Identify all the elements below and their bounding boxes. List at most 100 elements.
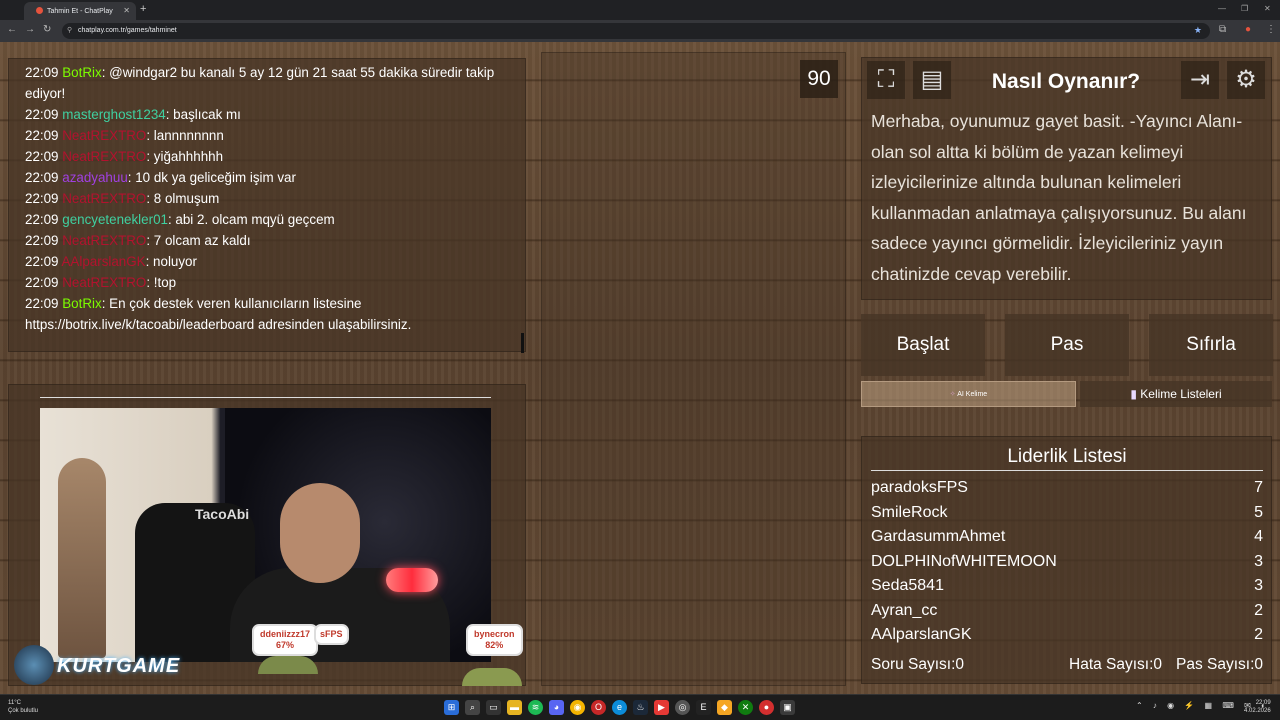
message-text: : başlıcak mı [165, 107, 241, 122]
forward-icon[interactable]: → [25, 24, 35, 35]
opera-icon[interactable]: O [591, 700, 606, 715]
start-icon[interactable]: ⊞ [444, 700, 459, 715]
browser-tab[interactable]: Tahmin Et - ChatPlay ✕ [24, 2, 136, 20]
logo-text: KURTGAME [57, 655, 181, 677]
leaderboard-name: SmileRock [871, 503, 948, 521]
message-text: : noluyor [145, 254, 197, 269]
task-view-icon[interactable]: ▭ [486, 700, 501, 715]
chrome-icon[interactable]: ◉ [570, 700, 585, 715]
chat-message: 22:09 NeatREXTRO: !top [25, 272, 509, 293]
leaderboard-row: GardasummAhmet 4 [871, 528, 1263, 550]
message-time: 22:09 [25, 212, 59, 227]
edge-icon[interactable]: e [612, 700, 627, 715]
message-time: 22:09 [25, 107, 59, 122]
leaderboard-score: 3 [1254, 552, 1263, 570]
pass-count: Pas Sayısı:0 [1175, 656, 1263, 673]
leaderboard-score: 7 [1254, 479, 1263, 496]
bookmark-star-icon[interactable]: ★ [1194, 25, 1202, 36]
message-username[interactable]: gencyetenekler01 [62, 212, 168, 227]
tab-title: Tahmin Et - ChatPlay [47, 8, 113, 15]
start-button[interactable]: Başlat [861, 314, 985, 376]
minimize-icon[interactable]: — [1218, 4, 1226, 13]
message-text: : yiğahhhhhh [146, 149, 224, 164]
streamer-head [280, 483, 360, 583]
question-count: Soru Sayısı:0 [871, 656, 965, 673]
leaderboard-row: AAlparslanGK 2 [871, 626, 1263, 648]
ai-word-tab[interactable]: ✧ AI Kelime [861, 381, 1076, 407]
spotify-icon[interactable]: ≋ [528, 700, 543, 715]
extensions-icon[interactable]: ⧉ [1219, 24, 1226, 35]
message-time: 22:09 [25, 233, 59, 248]
message-time: 22:09 [25, 149, 59, 164]
leaderboard-score: 5 [1254, 503, 1263, 521]
chat-panel: 22:09 BotRix: @windgar2 bu kanalı 5 ay 1… [8, 58, 526, 352]
epic-icon[interactable]: E [696, 700, 711, 715]
message-username[interactable]: BotRix [62, 65, 101, 80]
message-username[interactable]: NeatREXTRO [62, 191, 146, 206]
fullscreen-icon[interactable]: ⛶ [867, 61, 905, 99]
obs-icon[interactable]: ◎ [675, 700, 690, 715]
url-field[interactable]: ⚲ chatplay.com.tr/games/tahminet ★ [62, 23, 1210, 39]
leaderboard-score: 2 [1254, 626, 1263, 643]
message-time: 22:09 [25, 254, 59, 269]
viewer-badge: sFPS [314, 624, 349, 645]
steam-icon[interactable]: ♨ [633, 700, 648, 715]
close-tab-icon[interactable]: ✕ [123, 6, 130, 15]
new-tab-button[interactable]: + [140, 3, 146, 15]
leaderboard-name: GardasummAhmet [871, 528, 1006, 545]
message-text: : 7 olcam az kaldı [146, 233, 251, 248]
weather-widget[interactable]: 11°C Çok bulutlu [8, 699, 38, 715]
discord-icon[interactable]: ◕ [549, 700, 564, 715]
youtube-icon[interactable]: ▶ [654, 700, 669, 715]
system-clock[interactable]: 22:09 4.02.2026 [1244, 699, 1271, 715]
reset-button[interactable]: Sıfırla [1149, 314, 1273, 376]
word-lists-tab[interactable]: ▮ Kelime Listeleri [1080, 381, 1272, 407]
message-time: 22:09 [25, 128, 59, 143]
chat-message: 22:09 NeatREXTRO: lannnnnnnn [25, 125, 509, 146]
message-text: : !top [146, 275, 177, 290]
message-username[interactable]: azadyahuu [62, 170, 128, 185]
search-icon[interactable]: ⌕ [465, 700, 480, 715]
chat-message: 22:09 BotRix: @windgar2 bu kanalı 5 ay 1… [25, 62, 509, 104]
leaderboard-score: 3 [1254, 577, 1263, 594]
message-time: 22:09 [25, 275, 59, 290]
maximize-icon[interactable]: ❐ [1241, 4, 1248, 13]
leaderboard-title: Liderlik Listesi [1007, 446, 1127, 467]
back-icon[interactable]: ← [7, 24, 17, 35]
favicon-icon [36, 7, 43, 14]
streamer-area [541, 52, 846, 686]
xbox-icon[interactable]: ✕ [738, 700, 753, 715]
message-username[interactable]: NeatREXTRO [62, 128, 146, 143]
file-explorer-icon[interactable]: ▬ [507, 700, 522, 715]
message-username[interactable]: AAlparslanGK [62, 254, 146, 269]
app-icon[interactable]: ● [759, 700, 774, 715]
close-window-icon[interactable]: ✕ [1264, 4, 1271, 13]
chair-label: TacoAbi [195, 506, 250, 522]
profile-icon[interactable]: ● [1245, 24, 1251, 35]
reload-icon[interactable]: ↻ [43, 24, 51, 35]
message-username[interactable]: NeatREXTRO [62, 275, 146, 290]
chat-scrollbar[interactable] [521, 333, 524, 353]
pass-button[interactable]: Pas [1005, 314, 1129, 376]
message-username[interactable]: masterghost1234 [62, 107, 165, 122]
menu-icon[interactable]: ⋮ [1266, 24, 1276, 35]
webcam-divider [40, 397, 491, 398]
logout-icon[interactable]: ⇥ [1181, 61, 1219, 99]
app-icon[interactable]: ▣ [780, 700, 795, 715]
message-text: : 10 dk ya geliceğim işim var [127, 170, 296, 185]
message-text: : abi 2. olcam mqyü geçcem [167, 212, 335, 227]
settings-gear-icon[interactable]: ⚙ [1227, 61, 1265, 99]
document-icon[interactable]: ▤ [913, 61, 951, 99]
message-time: 22:09 [25, 170, 59, 185]
address-bar-row: ← → ↻ ⚲ chatplay.com.tr/games/tahminet ★… [0, 20, 1280, 42]
message-username[interactable]: NeatREXTRO [62, 233, 146, 248]
leaderboard-name: DOLPHINofWHITEMOON [871, 552, 1057, 570]
leaderboard-name: Ayran_cc [871, 601, 938, 619]
message-username[interactable]: BotRix [62, 296, 101, 311]
leaderboard-row: Seda5841 3 [871, 577, 1263, 599]
app-icon[interactable]: ◆ [717, 700, 732, 715]
site-info-icon[interactable]: ⚲ [67, 26, 72, 34]
microphone-light [386, 568, 438, 592]
chat-message: 22:09 azadyahuu: 10 dk ya geliceğim işim… [25, 167, 509, 188]
message-username[interactable]: NeatREXTRO [62, 149, 146, 164]
